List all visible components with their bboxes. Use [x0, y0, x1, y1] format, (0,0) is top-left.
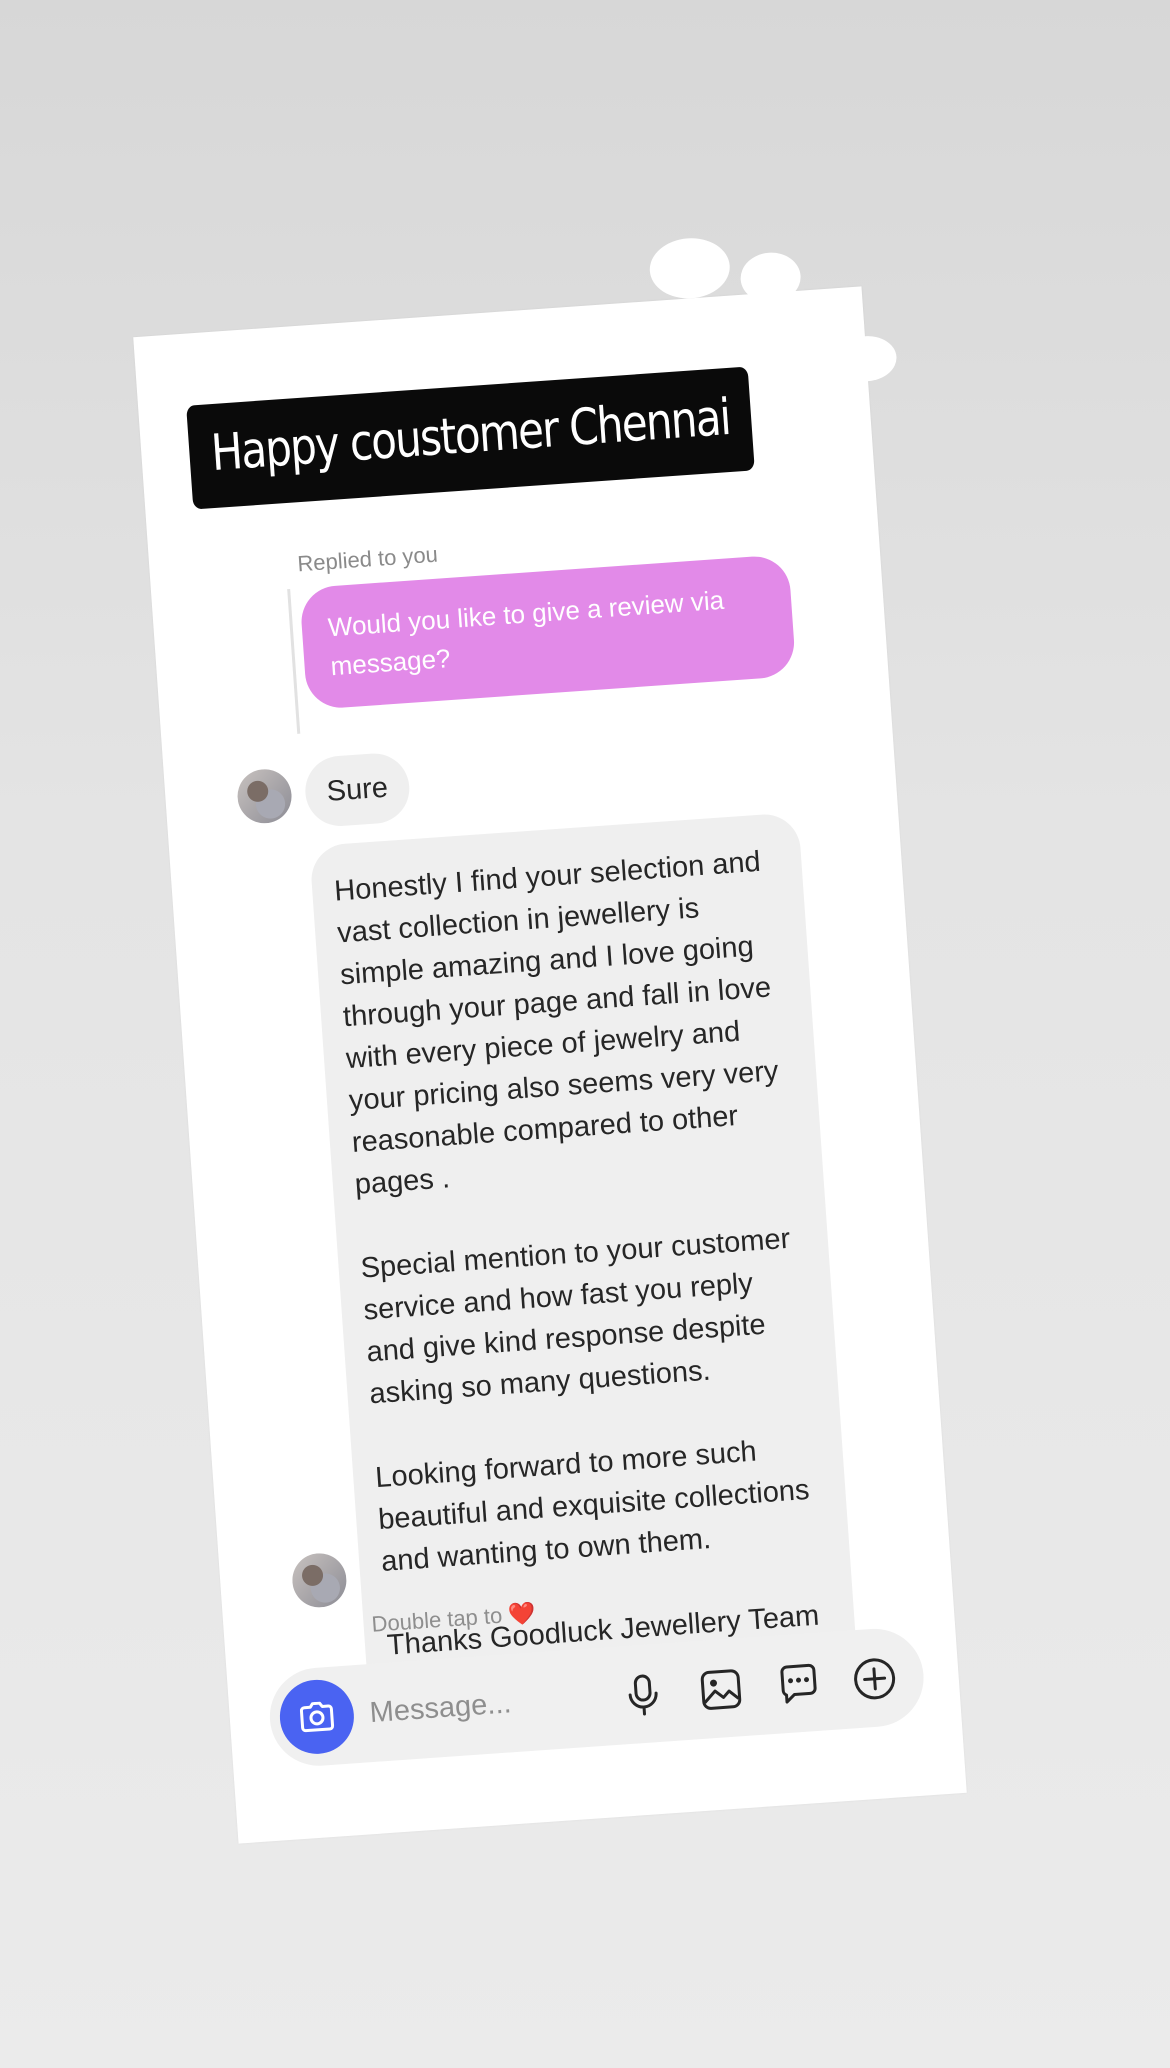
review-paragraph: Honestly I find your selection and vast …	[333, 845, 780, 1201]
review-paragraph: Special mention to your customer service…	[359, 1222, 792, 1411]
decor-blob	[647, 235, 732, 302]
gallery-button[interactable]	[698, 1666, 745, 1713]
screenshot-card: Happy coustomer Chennai Replied to you W…	[133, 235, 967, 1844]
avatar[interactable]	[235, 767, 294, 826]
review-paragraph: Looking forward to more such beautiful a…	[374, 1435, 811, 1578]
replied-label: Replied to you	[296, 541, 439, 577]
sticker-chat-button[interactable]	[775, 1661, 822, 1708]
decor-blob	[738, 250, 803, 305]
review-message-bubble[interactable]: Honestly I find your selection and vast …	[309, 812, 860, 1730]
microphone-button[interactable]	[620, 1672, 667, 1719]
camera-icon	[299, 1701, 335, 1733]
heart-icon: ❤️	[507, 1601, 537, 1629]
message-input[interactable]	[368, 1673, 611, 1737]
sent-message-bubble[interactable]: Would you like to give a review via mess…	[299, 554, 797, 711]
add-button[interactable]	[851, 1655, 898, 1702]
camera-button[interactable]	[277, 1677, 357, 1757]
gallery-icon	[700, 1669, 742, 1710]
reply-quote-line	[287, 588, 301, 734]
received-message-bubble[interactable]: Sure	[303, 751, 412, 829]
microphone-icon	[628, 1674, 658, 1716]
add-icon	[854, 1658, 896, 1700]
sticker-chat-icon	[780, 1663, 817, 1704]
avatar[interactable]	[290, 1551, 349, 1610]
story-title-tag: Happy coustomer Chennai	[186, 366, 756, 510]
